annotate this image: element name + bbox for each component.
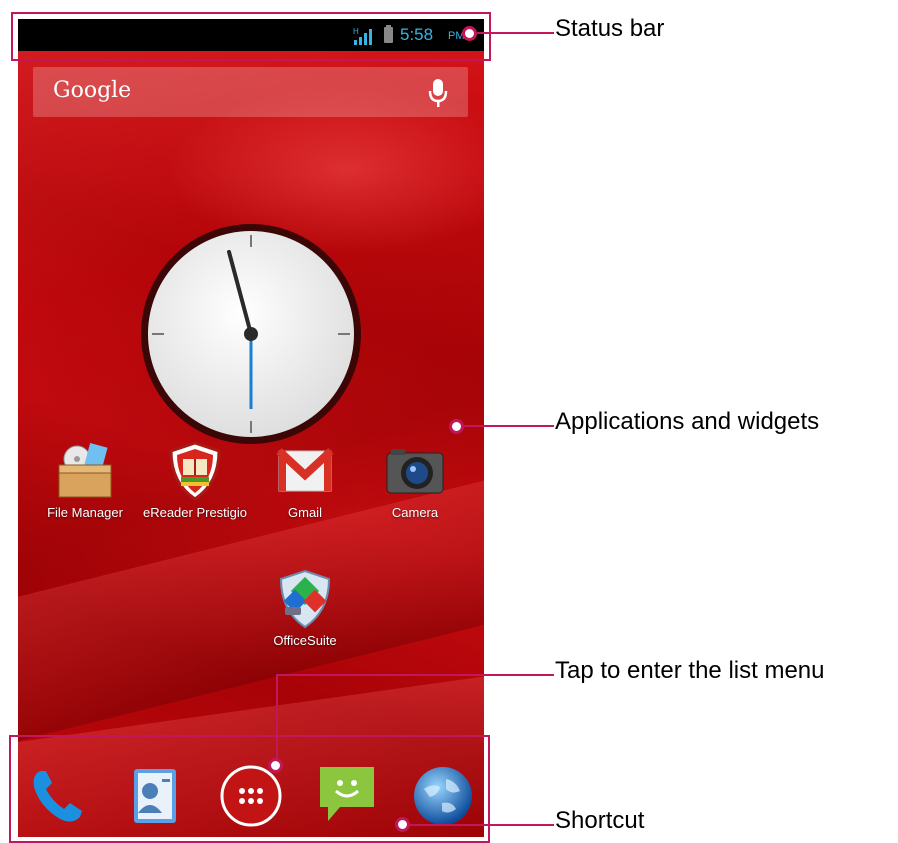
list-menu-leader-vertical [276,674,278,762]
callout-shortcut: Shortcut [555,807,645,834]
app-label: File Manager [47,505,123,520]
callout-status-bar: Status bar [555,15,665,42]
app-camera[interactable]: Camera [360,439,470,520]
app-label: Gmail [288,505,322,520]
callout-list-menu: Tap to enter the list menu [555,657,825,684]
gmail-icon [276,448,334,492]
google-search-bar[interactable]: Google [33,67,468,117]
shortcut-leader [410,824,554,826]
list-menu-leader [276,674,554,676]
app-label: eReader Prestigio [142,505,248,520]
app-ereader[interactable]: eReader Prestigio [140,439,250,520]
shortcut-pointer [395,817,410,832]
officesuite-icon [279,569,331,629]
analog-clock-widget[interactable] [140,223,362,445]
list-menu-pointer [268,758,283,773]
app-label: OfficeSuite [273,633,337,648]
app-officesuite[interactable]: OfficeSuite [250,567,360,648]
status-bar-highlight [11,12,491,61]
camera-icon [386,449,444,494]
file-manager-icon [58,443,112,498]
home-screen: H 5:58 PM Google File Manager eReader Pr… [18,19,484,837]
status-bar-pointer [462,26,477,41]
app-label: Camera [391,505,439,520]
ereader-icon [169,441,221,501]
app-file-manager[interactable]: File Manager [30,439,140,520]
shortcut-dock-highlight [9,735,490,843]
app-gmail[interactable]: Gmail [250,439,360,520]
microphone-icon[interactable] [427,77,449,109]
status-bar-leader [477,32,554,34]
callout-applications-widgets: Applications and widgets [555,408,820,435]
google-search-label: Google [53,78,132,103]
apps-widgets-pointer [449,419,464,434]
apps-widgets-leader [464,425,554,427]
